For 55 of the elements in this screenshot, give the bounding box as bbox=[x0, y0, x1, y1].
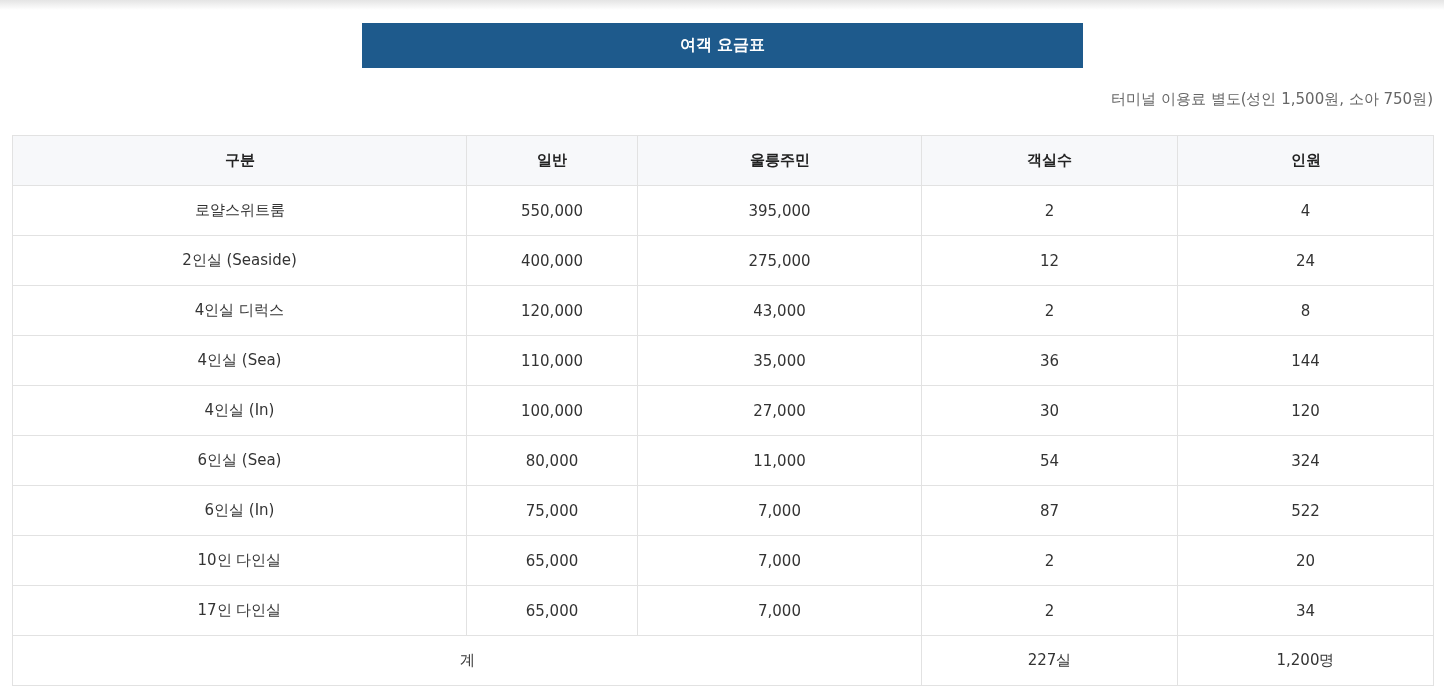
total-label-cell: 계 bbox=[12, 635, 922, 686]
table-cell: 35,000 bbox=[637, 335, 922, 386]
table-cell: 2 bbox=[921, 185, 1178, 236]
table-cell: 395,000 bbox=[637, 185, 922, 236]
table-cell: 로얄스위트룸 bbox=[12, 185, 467, 236]
table-cell: 27,000 bbox=[637, 385, 922, 436]
table-cell: 110,000 bbox=[466, 335, 638, 386]
terminal-fee-note: 터미널 이용료 별도(성인 1,500원, 소아 750원) bbox=[1111, 90, 1433, 109]
table-cell: 54 bbox=[921, 435, 1178, 486]
table-cell: 43,000 bbox=[637, 285, 922, 336]
table-cell: 6인실 (In) bbox=[12, 485, 467, 536]
table-cell: 8 bbox=[1177, 285, 1434, 336]
column-header: 구분 bbox=[12, 135, 467, 186]
table-cell: 550,000 bbox=[466, 185, 638, 236]
table-cell: 17인 다인실 bbox=[12, 585, 467, 636]
table-cell: 2 bbox=[921, 285, 1178, 336]
table-cell: 65,000 bbox=[466, 585, 638, 636]
table-cell: 7,000 bbox=[637, 485, 922, 536]
table-cell: 7,000 bbox=[637, 585, 922, 636]
table-cell: 275,000 bbox=[637, 235, 922, 286]
table-cell: 34 bbox=[1177, 585, 1434, 636]
table-cell: 75,000 bbox=[466, 485, 638, 536]
column-header: 일반 bbox=[466, 135, 638, 186]
table-cell: 36 bbox=[921, 335, 1178, 386]
table-cell: 12 bbox=[921, 235, 1178, 286]
table-cell: 144 bbox=[1177, 335, 1434, 386]
column-header: 인원 bbox=[1177, 135, 1434, 186]
table-cell: 4인실 (In) bbox=[12, 385, 467, 436]
table-cell: 10인 다인실 bbox=[12, 535, 467, 586]
table-cell: 2 bbox=[921, 535, 1178, 586]
table-cell: 2 bbox=[921, 585, 1178, 636]
table-cell: 522 bbox=[1177, 485, 1434, 536]
table-cell: 11,000 bbox=[637, 435, 922, 486]
table-cell: 4인실 디럭스 bbox=[12, 285, 467, 336]
table-cell: 30 bbox=[921, 385, 1178, 436]
total-people-cell: 1,200명 bbox=[1177, 635, 1434, 686]
table-cell: 120,000 bbox=[466, 285, 638, 336]
table-cell: 7,000 bbox=[637, 535, 922, 586]
table-cell: 24 bbox=[1177, 235, 1434, 286]
table-cell: 400,000 bbox=[466, 235, 638, 286]
table-cell: 4 bbox=[1177, 185, 1434, 236]
table-cell: 324 bbox=[1177, 435, 1434, 486]
table-title: 여객 요금표 bbox=[362, 23, 1083, 68]
column-header: 객실수 bbox=[921, 135, 1178, 186]
table-cell: 87 bbox=[921, 485, 1178, 536]
table-cell: 6인실 (Sea) bbox=[12, 435, 467, 486]
total-rooms-cell: 227실 bbox=[921, 635, 1178, 686]
table-cell: 4인실 (Sea) bbox=[12, 335, 467, 386]
table-cell: 100,000 bbox=[466, 385, 638, 436]
table-cell: 2인실 (Seaside) bbox=[12, 235, 467, 286]
table-cell: 120 bbox=[1177, 385, 1434, 436]
table-cell: 20 bbox=[1177, 535, 1434, 586]
column-header: 울릉주민 bbox=[637, 135, 922, 186]
table-cell: 80,000 bbox=[466, 435, 638, 486]
table-cell: 65,000 bbox=[466, 535, 638, 586]
